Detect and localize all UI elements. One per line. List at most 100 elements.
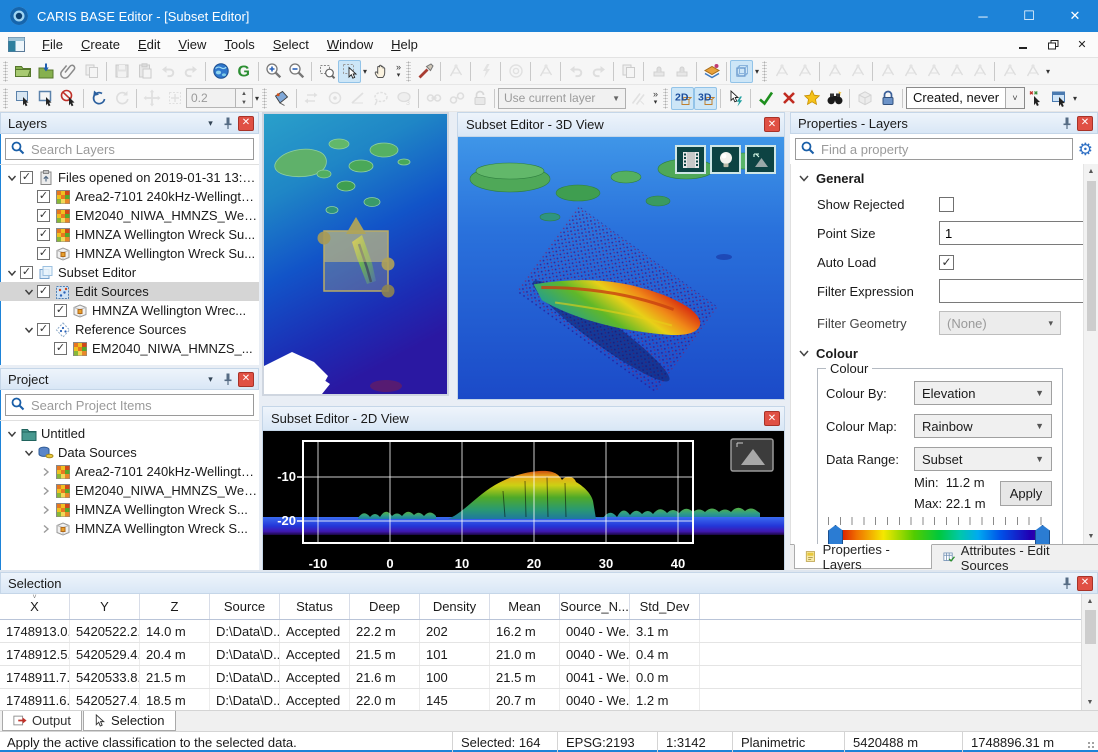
toolbar-grip[interactable]	[3, 88, 8, 109]
mdi-close-icon[interactable]: ✕	[1069, 35, 1095, 55]
toolbar-grip[interactable]	[3, 61, 8, 82]
tab-properties-layers[interactable]: Properties - Layers	[794, 544, 932, 569]
exaggeration-button[interactable]	[731, 439, 773, 471]
layers-close-icon[interactable]: ✕	[238, 116, 254, 131]
zoom-in-icon[interactable]	[262, 60, 285, 83]
layers-search-input[interactable]	[31, 142, 248, 157]
tree-item[interactable]: ✓HMNZA Wellington Wreck Su...	[0, 244, 259, 263]
binoculars-icon[interactable]	[823, 87, 846, 110]
dropdown-arrow-icon[interactable]: ▾	[1071, 94, 1079, 103]
project-search-input[interactable]	[31, 398, 248, 413]
view3d-canvas[interactable]	[458, 137, 784, 399]
menu-help[interactable]: Help	[382, 33, 427, 56]
tree-expander-icon[interactable]	[4, 265, 20, 281]
query-filter-combo[interactable]: Created, never˅	[906, 87, 1025, 109]
menu-edit[interactable]: Edit	[129, 33, 169, 56]
maximize-button[interactable]: ☐	[1006, 0, 1052, 32]
visibility-checkbox[interactable]: ✓	[20, 266, 33, 279]
layers-color-icon[interactable]	[700, 60, 723, 83]
project-close-icon[interactable]: ✕	[238, 372, 254, 387]
selection-pin-icon[interactable]	[1058, 575, 1075, 591]
selrect2-icon[interactable]	[34, 87, 57, 110]
table-row[interactable]: 1748913.0...5420522.2...14.0 mD:\Data\D.…	[0, 620, 1081, 643]
tree-item[interactable]: ✓EM2040_NIWA_HMNZS_Welli...	[0, 206, 259, 225]
toolbar-grip[interactable]	[262, 88, 267, 109]
table-row[interactable]: 1748912.5...5420529.4...20.4 mD:\Data\D.…	[0, 643, 1081, 666]
tree-item[interactable]: EM2040_NIWA_HMNZS_Welli...	[0, 481, 259, 500]
menu-file[interactable]: File	[33, 33, 72, 56]
zoom-box-icon[interactable]	[315, 60, 338, 83]
toolbar-grip[interactable]	[406, 61, 411, 82]
view-splitter[interactable]	[449, 112, 457, 400]
dropdown-arrow-icon[interactable]: ▾	[361, 67, 369, 76]
column-header-source-n-[interactable]: Source_N...	[560, 594, 630, 619]
visibility-checkbox[interactable]: ✓	[37, 323, 50, 336]
tree-expander-icon[interactable]	[38, 464, 54, 480]
layers-menu-icon[interactable]: ▾	[202, 115, 219, 131]
prev-select-icon[interactable]	[87, 87, 110, 110]
auto-load-checkbox[interactable]: ✓	[939, 255, 954, 270]
pick-red-icon[interactable]	[414, 60, 437, 83]
show-rejected-checkbox[interactable]	[939, 197, 954, 212]
point-size-input[interactable]	[939, 221, 1098, 245]
resize-grip[interactable]	[1084, 732, 1098, 752]
tree-item[interactable]: ✓HMNZA Wellington Wrec...	[0, 301, 259, 320]
mdi-minimize-icon[interactable]	[1011, 35, 1037, 55]
record-film-icon[interactable]	[675, 145, 706, 174]
table-row[interactable]: 1748911.7...5420533.8...21.5 mD:\Data\D.…	[0, 666, 1081, 689]
settings-gear-icon[interactable]: ⚙	[1078, 141, 1093, 158]
paperclip-icon[interactable]	[57, 60, 80, 83]
tree-item[interactable]: ✓HMNZA Wellington Wreck Su...	[0, 225, 259, 244]
gearth-icon[interactable]: G	[232, 60, 255, 83]
tree-item[interactable]: Area2-7101 240kHz-Wellingto...	[0, 462, 259, 481]
close-button[interactable]: ✕	[1052, 0, 1098, 32]
visibility-checkbox[interactable]: ✓	[37, 209, 50, 222]
tree-expander-icon[interactable]	[38, 521, 54, 537]
column-header-y[interactable]: Y	[70, 594, 140, 619]
column-header-deep[interactable]: Deep	[350, 594, 420, 619]
cursor-select-icon[interactable]	[338, 60, 361, 83]
toolbar-overflow-icon[interactable]: »▾	[392, 63, 405, 79]
slider-handle-max[interactable]	[1035, 525, 1050, 544]
menu-create[interactable]: Create	[72, 33, 129, 56]
menu-tools[interactable]: Tools	[215, 33, 263, 56]
layers-pin-icon[interactable]	[219, 115, 236, 131]
tree-expander-icon[interactable]	[4, 170, 20, 186]
column-header-source[interactable]: Source	[210, 594, 280, 619]
menu-select[interactable]: Select	[264, 33, 318, 56]
selection-close-icon[interactable]: ✕	[1077, 576, 1093, 591]
tab-selection[interactable]: Selection	[83, 711, 175, 731]
map-2d-view[interactable]	[262, 112, 449, 396]
selection-scrollbar[interactable]: ▲ ▼	[1081, 594, 1098, 710]
btn3d-icon[interactable]: 3D	[694, 87, 717, 110]
pan-hand-icon[interactable]	[369, 60, 392, 83]
toolbar-grip[interactable]	[762, 61, 767, 82]
zoom-out-icon[interactable]	[285, 60, 308, 83]
colour-by-select[interactable]: Elevation▼	[914, 381, 1052, 405]
menu-view[interactable]: View	[169, 33, 215, 56]
visibility-checkbox[interactable]: ✓	[37, 228, 50, 241]
tree-expander-icon[interactable]	[38, 502, 54, 518]
check-icon[interactable]	[754, 87, 777, 110]
sel-panel-icon[interactable]	[1048, 87, 1071, 110]
tree-item[interactable]: ✓Edit Sources	[0, 282, 259, 301]
column-header-density[interactable]: Density	[420, 594, 490, 619]
xmark-icon[interactable]	[777, 87, 800, 110]
general-section-header[interactable]: General	[791, 164, 1083, 191]
project-menu-icon[interactable]: ▾	[202, 371, 219, 387]
kite-icon[interactable]	[270, 87, 293, 110]
folder-open-icon[interactable]	[11, 60, 34, 83]
spinner-stepper[interactable]: ▲▼	[236, 88, 253, 108]
tree-item[interactable]: ✓Area2-7101 240kHz-Wellingto...	[0, 187, 259, 206]
tree-item[interactable]: ✓Files opened on 2019-01-31 13:47:...	[0, 168, 259, 187]
visibility-checkbox[interactable]: ✓	[54, 342, 67, 355]
folder-import-icon[interactable]	[34, 60, 57, 83]
view2d-canvas[interactable]: -10010203040-10-20	[263, 431, 784, 575]
dropdown-arrow-icon[interactable]: ▾	[1044, 67, 1052, 76]
menu-window[interactable]: Window	[318, 33, 382, 56]
properties-close-icon[interactable]: ✕	[1077, 116, 1093, 131]
lighting-bulb-icon[interactable]	[710, 145, 741, 174]
property-search-input[interactable]	[821, 142, 1067, 157]
filter-expression-input[interactable]	[939, 279, 1098, 303]
selrect1-icon[interactable]	[11, 87, 34, 110]
